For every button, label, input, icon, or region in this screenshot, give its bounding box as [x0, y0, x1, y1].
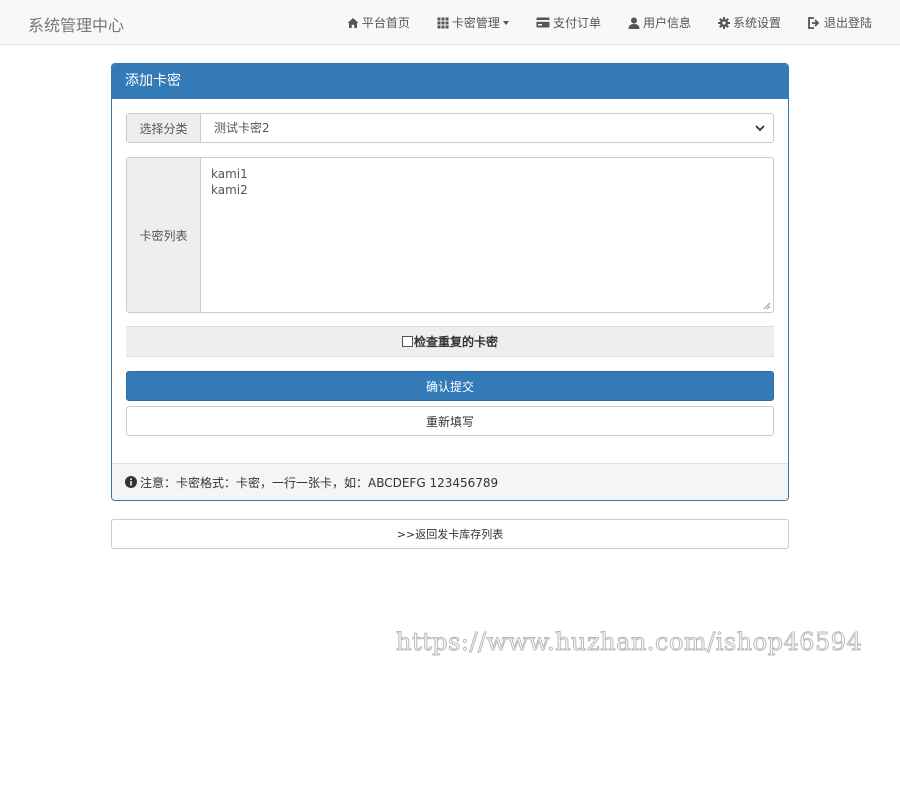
cards-label: 卡密列表: [127, 158, 201, 312]
nav-label-logout: 退出登陆: [823, 16, 872, 30]
caret-down-icon: [502, 20, 509, 25]
check-duplicates-label[interactable]: 检查重复的卡密: [414, 333, 498, 350]
top-navbar: 系统管理中心 平台首页 卡密管理 支付订单 用户信息 系统设置 退出登陆: [0, 0, 900, 45]
nav-label-card-management: 卡密管理: [451, 16, 500, 30]
back-to-stock-list-button[interactable]: >>返回发卡库存列表: [111, 519, 789, 549]
panel-footer: 注意：卡密格式：卡密，一行一张卡，如：ABCDEFG 123456789: [112, 463, 788, 500]
check-duplicates-row[interactable]: 检查重复的卡密: [126, 326, 774, 357]
nav-item-settings[interactable]: 系统设置: [717, 14, 781, 31]
info-icon: [125, 476, 137, 488]
category-select[interactable]: 测试卡密2: [201, 114, 773, 142]
check-duplicates-checkbox[interactable]: [401, 336, 413, 347]
panel-title: 添加卡密: [112, 64, 788, 99]
logout-icon: [808, 16, 820, 29]
user-icon: [628, 17, 640, 29]
submit-button[interactable]: 确认提交: [126, 371, 774, 401]
category-selected-value: 测试卡密2: [214, 121, 270, 135]
gear-icon: [717, 16, 730, 29]
nav-item-logout[interactable]: 退出登陆: [808, 14, 872, 31]
nav-label-user-info: 用户信息: [642, 16, 691, 30]
reset-button[interactable]: 重新填写: [126, 406, 774, 436]
nav-menu: 平台首页 卡密管理 支付订单 用户信息 系统设置 退出登陆: [320, 0, 872, 45]
category-select-group: 选择分类 测试卡密2: [126, 113, 774, 143]
nav-label-settings: 系统设置: [732, 16, 781, 30]
category-label: 选择分类: [127, 114, 201, 142]
nav-item-card-management[interactable]: 卡密管理: [437, 14, 509, 31]
resize-grip-icon[interactable]: [763, 302, 771, 310]
nav-label-orders: 支付订单: [552, 16, 601, 30]
add-cards-panel: 添加卡密 选择分类 测试卡密2 卡密列表 kami1 kami2 检查重复的卡密…: [111, 63, 789, 501]
chevron-down-icon: [755, 125, 765, 132]
nav-item-user-info[interactable]: 用户信息: [628, 14, 691, 31]
watermark-text: https://www.huzhan.com/ishop46594: [395, 628, 863, 657]
nav-label-home: 平台首页: [361, 16, 410, 30]
card-line: kami1: [211, 167, 248, 181]
cards-textarea[interactable]: kami1 kami2: [201, 158, 773, 312]
nav-item-orders[interactable]: 支付订单: [536, 14, 601, 31]
card-line: kami2: [211, 183, 248, 197]
credit-card-icon: [536, 17, 550, 28]
home-icon: [347, 17, 359, 28]
grid-icon: [437, 17, 449, 28]
format-note: 注意：卡密格式：卡密，一行一张卡，如：ABCDEFG 123456789: [140, 475, 499, 490]
cards-textarea-group: 卡密列表 kami1 kami2: [126, 157, 774, 313]
nav-item-home[interactable]: 平台首页: [347, 14, 410, 31]
brand-title[interactable]: 系统管理中心: [28, 12, 124, 36]
